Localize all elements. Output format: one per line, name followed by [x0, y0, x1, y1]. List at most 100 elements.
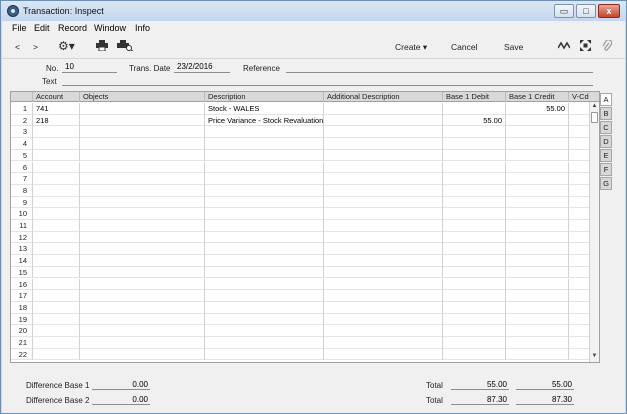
paperclip-icon[interactable] [602, 39, 613, 54]
cell-objects[interactable] [79, 266, 204, 279]
cell-objects[interactable] [79, 103, 204, 115]
cell-debit[interactable] [442, 278, 505, 291]
table-row[interactable]: 18 [11, 301, 599, 314]
cell-credit[interactable] [505, 220, 568, 232]
text-field[interactable] [62, 75, 593, 86]
tab-c[interactable]: C [600, 121, 612, 134]
cell-objects[interactable] [79, 184, 204, 197]
cell-description[interactable] [204, 301, 323, 314]
table-row[interactable]: 20 [11, 325, 599, 337]
table-row[interactable]: 1 741 Stock - WALES 55.00 [11, 103, 599, 115]
col-objects[interactable]: Objects [79, 92, 204, 102]
cell-additional[interactable] [323, 290, 442, 302]
cell-description[interactable] [204, 325, 323, 337]
cell-debit[interactable] [442, 325, 505, 337]
cell-debit[interactable] [442, 149, 505, 162]
cell-description[interactable] [204, 348, 323, 361]
cell-debit[interactable] [442, 184, 505, 197]
col-vcd[interactable]: V-Cd [568, 92, 598, 102]
cell-debit[interactable] [442, 126, 505, 139]
cell-description[interactable] [204, 220, 323, 232]
cell-additional[interactable] [323, 255, 442, 267]
cell-debit[interactable] [442, 103, 505, 115]
cell-debit[interactable] [442, 243, 505, 256]
cell-credit[interactable] [505, 138, 568, 150]
table-row[interactable]: 22 [11, 348, 599, 361]
cell-additional[interactable] [323, 208, 442, 220]
cell-objects[interactable] [79, 325, 204, 337]
cell-debit[interactable] [442, 138, 505, 150]
fullscreen-icon[interactable] [580, 40, 591, 53]
grid-scrollbar[interactable]: ▲ ▼ [589, 102, 599, 362]
cell-credit[interactable] [505, 126, 568, 139]
create-button[interactable]: Create ▾ [395, 42, 427, 53]
cell-description[interactable]: Stock - WALES [204, 103, 323, 115]
cell-account[interactable] [32, 266, 79, 279]
cell-debit[interactable] [442, 313, 505, 326]
cell-account[interactable] [32, 161, 79, 174]
menu-edit[interactable]: Edit [34, 23, 50, 33]
cell-objects[interactable] [79, 231, 204, 244]
cell-credit[interactable] [505, 149, 568, 162]
cell-account[interactable] [32, 348, 79, 361]
cell-credit[interactable] [505, 243, 568, 256]
cell-objects[interactable] [79, 255, 204, 267]
cell-additional[interactable] [323, 220, 442, 232]
cell-debit[interactable] [442, 266, 505, 279]
reference-field[interactable] [286, 62, 593, 73]
menu-record[interactable]: Record [58, 23, 87, 33]
forward-button[interactable]: > [33, 42, 38, 52]
cell-debit[interactable] [442, 196, 505, 209]
cell-account[interactable] [32, 278, 79, 291]
cell-credit[interactable] [505, 348, 568, 361]
tab-g[interactable]: G [600, 177, 612, 190]
cell-credit[interactable] [505, 196, 568, 209]
cell-debit[interactable] [442, 301, 505, 314]
cell-credit[interactable] [505, 184, 568, 197]
table-row[interactable]: 2 218 Price Variance - Stock Revaluation 55… [11, 114, 599, 127]
cell-credit[interactable] [505, 301, 568, 314]
cell-additional[interactable] [323, 301, 442, 314]
cell-credit[interactable] [505, 337, 568, 349]
cell-credit[interactable] [505, 290, 568, 302]
tab-e[interactable]: E [600, 149, 612, 162]
cell-debit[interactable] [442, 255, 505, 267]
cell-description[interactable] [204, 278, 323, 291]
cell-objects[interactable] [79, 290, 204, 302]
cell-account[interactable] [32, 173, 79, 185]
cell-additional[interactable] [323, 325, 442, 337]
no-field[interactable]: 10 [62, 62, 117, 73]
print-icon[interactable] [96, 40, 108, 53]
cell-description[interactable] [204, 149, 323, 162]
menu-info[interactable]: Info [135, 23, 150, 33]
cell-additional[interactable] [323, 278, 442, 291]
cell-credit[interactable] [505, 114, 568, 127]
scroll-up-icon[interactable]: ▲ [590, 102, 599, 111]
col-base1-credit[interactable]: Base 1 Credit [505, 92, 568, 102]
cell-objects[interactable] [79, 301, 204, 314]
table-row[interactable]: 13 [11, 243, 599, 256]
cell-objects[interactable] [79, 173, 204, 185]
cell-debit[interactable] [442, 220, 505, 232]
cell-description[interactable] [204, 266, 323, 279]
cell-objects[interactable] [79, 243, 204, 256]
cell-objects[interactable] [79, 348, 204, 361]
cell-debit[interactable] [442, 231, 505, 244]
cell-additional[interactable] [323, 184, 442, 197]
cancel-button[interactable]: Cancel [451, 42, 477, 52]
cell-debit[interactable] [442, 290, 505, 302]
cell-account[interactable] [32, 220, 79, 232]
cell-objects[interactable] [79, 196, 204, 209]
cell-account[interactable] [32, 313, 79, 326]
table-row[interactable]: 6 [11, 161, 599, 174]
table-row[interactable]: 21 [11, 337, 599, 349]
table-row[interactable]: 9 [11, 196, 599, 209]
close-button[interactable]: x [598, 4, 620, 18]
cell-credit[interactable] [505, 325, 568, 337]
cell-description[interactable] [204, 255, 323, 267]
cell-description[interactable]: Price Variance - Stock Revaluation [204, 114, 323, 127]
title-bar[interactable]: Transaction: Inspect ▭ □ x [1, 1, 626, 21]
cell-objects[interactable] [79, 220, 204, 232]
back-button[interactable]: < [15, 42, 20, 52]
cell-description[interactable] [204, 290, 323, 302]
